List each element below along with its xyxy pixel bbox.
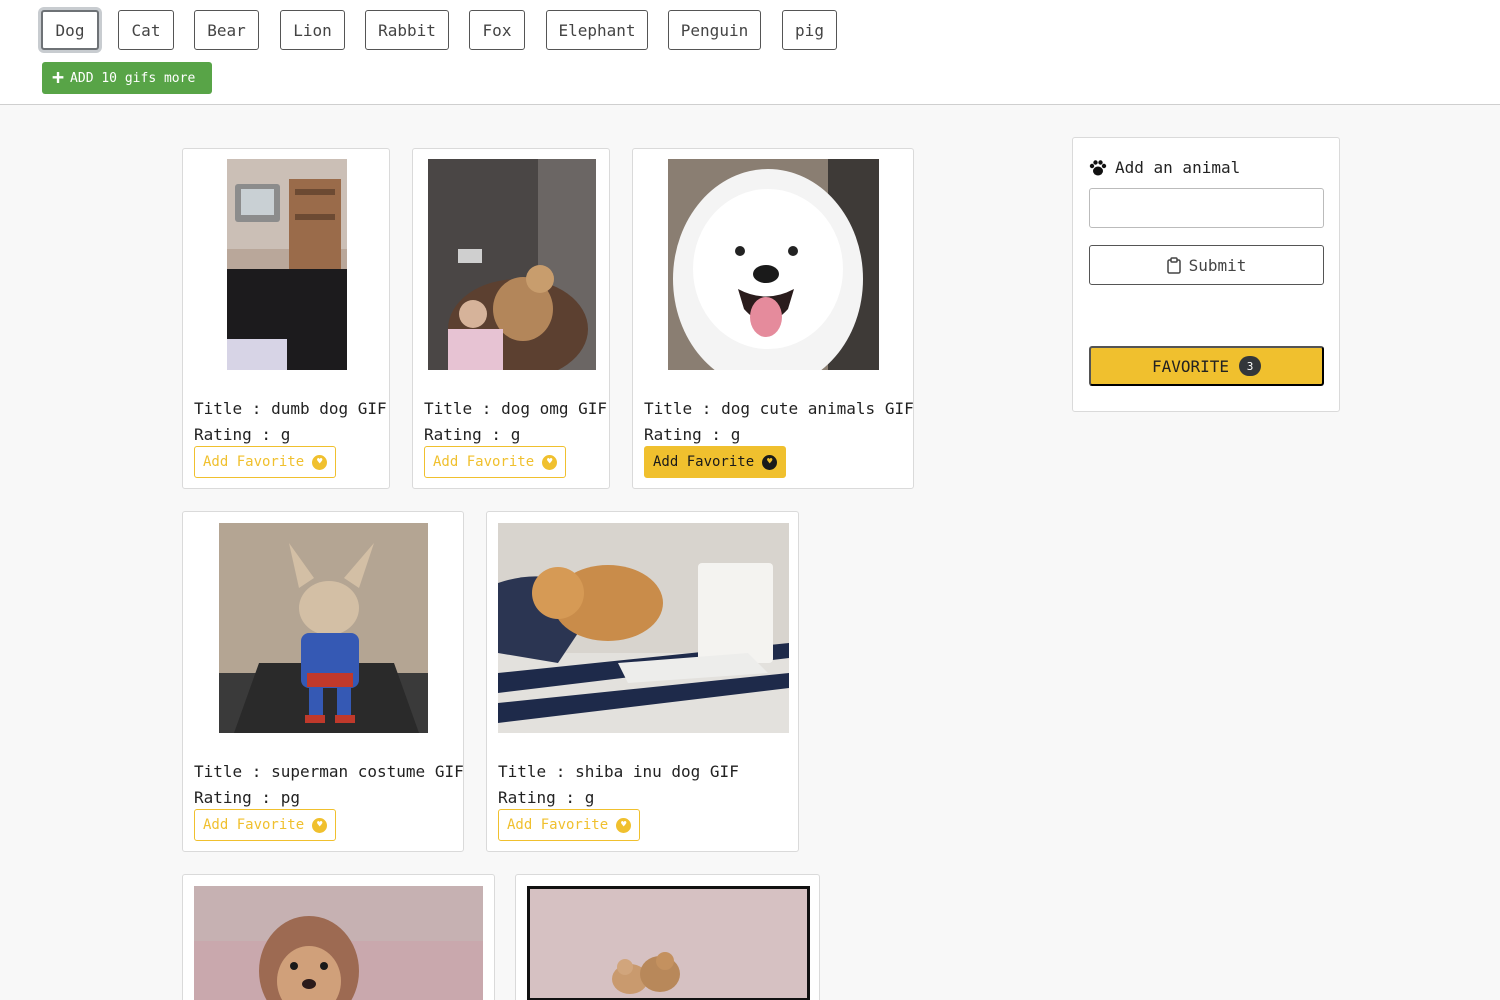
gif-image [668,159,879,370]
gif-card: Title : dog cute animals GIF Rating : g … [632,148,914,489]
gif-title: Title : dog cute animals GIF [644,399,914,418]
gif-card: Title : superman costume GIF Rating : pg… [182,511,464,852]
add-favorite-button[interactable]: Add Favorite ♥ [498,809,641,841]
gif-card [515,874,820,1000]
add-favorite-button[interactable]: Add Favorite ♥ [644,446,787,478]
animal-button-lion[interactable]: Lion [280,10,345,50]
gif-image [194,886,483,1000]
add-favorite-label: Add Favorite [203,454,305,470]
paw-icon [1089,159,1107,175]
gif-thumbnail [428,159,596,370]
animal-button-dog[interactable]: Dog [41,10,99,50]
plus-icon: + [52,65,65,89]
heart-icon: ♥ [312,817,328,833]
gif-title: Title : dumb dog GIF [194,399,387,418]
gif-card: Title : dog omg GIF Rating : g Add Favor… [412,148,610,489]
add-animal-heading: Add an animal [1089,158,1240,177]
gif-title: Title : superman costume GIF [194,762,464,781]
gif-image [219,523,428,733]
gif-image [527,886,810,1000]
gif-title: Title : shiba inu dog GIF [498,762,739,781]
animal-button-rabbit[interactable]: Rabbit [365,10,449,50]
gif-thumbnail [194,886,483,1000]
gif-thumbnail [219,523,428,733]
submit-label: Submit [1188,255,1247,275]
submit-button[interactable]: Submit [1089,245,1324,285]
add-favorite-label: Add Favorite [653,454,755,470]
clipboard-icon [1166,256,1181,274]
gif-image [428,159,596,370]
add-favorite-label: Add Favorite [507,817,609,833]
animal-button-bear[interactable]: Bear [194,10,259,50]
animal-button-cat[interactable]: Cat [118,10,174,50]
gif-rating: Rating : g [424,425,521,444]
animal-button-penguin[interactable]: Penguin [668,10,761,50]
gif-thumbnail [668,159,879,370]
animal-button-pig[interactable]: pig [782,10,837,50]
add-animal-panel: Add an animal Submit FAVORITE 3 [1072,137,1340,412]
add-favorite-label: Add Favorite [203,817,305,833]
heart-icon: ♥ [616,817,632,833]
gif-card: Title : dumb dog GIF Rating : g Add Favo… [182,148,390,489]
gif-image [498,523,789,733]
favorite-label: FAVORITE [1151,356,1230,376]
add-more-label: ADD 10 gifs more [70,70,196,86]
gif-rating: Rating : g [498,788,595,807]
heart-icon: ♥ [762,454,778,470]
gif-thumbnail [498,523,789,733]
gif-rating: Rating : pg [194,788,300,807]
gif-thumbnail [227,159,347,370]
gif-title: Title : dog omg GIF [424,399,608,418]
gif-thumbnail [530,889,807,998]
add-more-gifs-button[interactable]: + ADD 10 gifs more [42,62,212,94]
animal-button-elephant[interactable]: Elephant [546,10,648,50]
gif-card [182,874,495,1000]
add-favorite-label: Add Favorite [433,454,535,470]
gif-card: Title : shiba inu dog GIF Rating : g Add… [486,511,799,852]
heart-icon: ♥ [312,454,328,470]
gif-image [227,159,347,370]
add-favorite-button[interactable]: Add Favorite ♥ [424,446,567,478]
heart-icon: ♥ [542,454,558,470]
favorite-count-badge: 3 [1239,356,1262,376]
gif-rating: Rating : g [644,425,741,444]
animal-input[interactable] [1089,188,1324,228]
favorite-button[interactable]: FAVORITE 3 [1089,346,1324,386]
top-bar: Dog Cat Bear Lion Rabbit Fox Elephant Pe… [0,0,1500,105]
add-favorite-button[interactable]: Add Favorite ♥ [194,446,337,478]
add-favorite-button[interactable]: Add Favorite ♥ [194,809,337,841]
animal-button-fox[interactable]: Fox [469,10,525,50]
gif-rating: Rating : g [194,425,291,444]
add-animal-label: Add an animal [1115,158,1241,177]
